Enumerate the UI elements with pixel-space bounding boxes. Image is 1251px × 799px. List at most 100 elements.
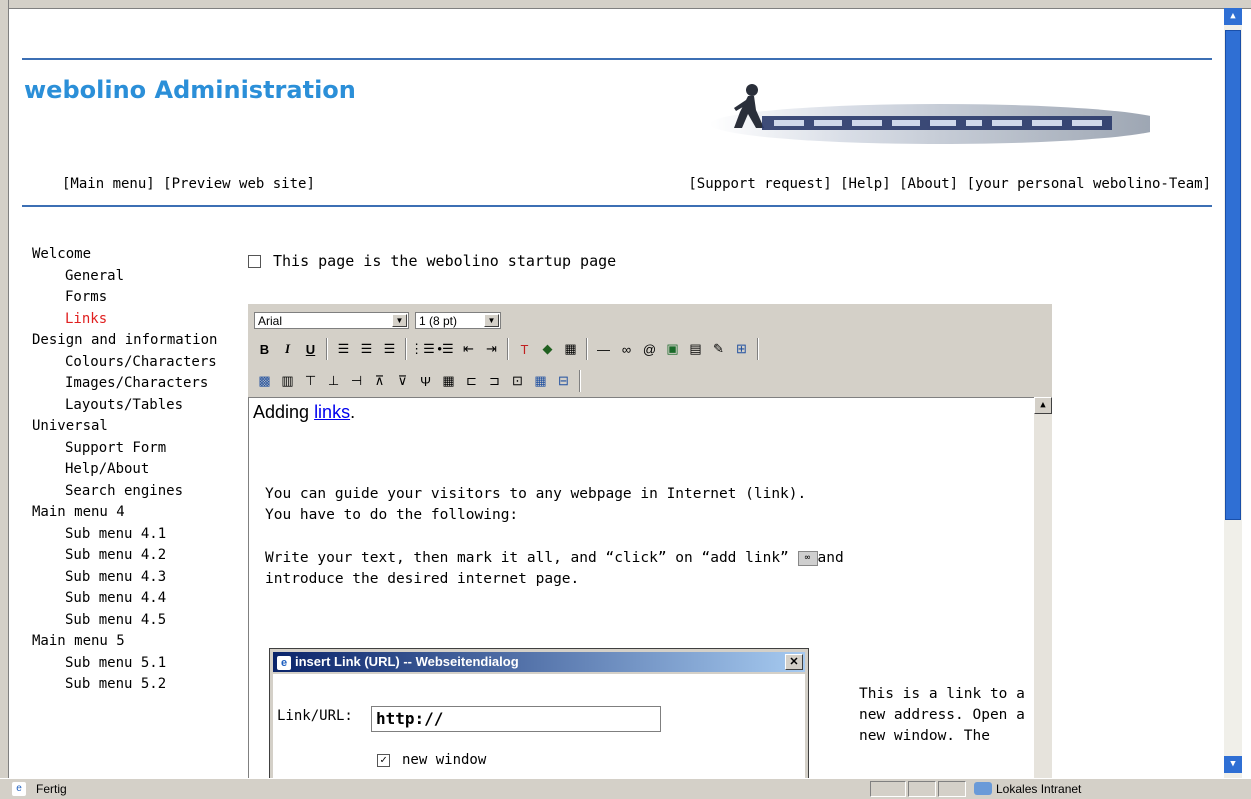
chevron-down-icon: ▼ (484, 314, 499, 327)
sidebar-item-main-menu-5[interactable]: Main menu 5 (32, 631, 217, 653)
scroll-up-icon[interactable]: ▲ (1224, 8, 1242, 25)
help-link[interactable]: [Help] (840, 176, 891, 192)
status-cell (870, 781, 906, 797)
editor-content-area[interactable]: Adding links. You can guide your visitor… (248, 397, 1035, 779)
paragraph-1-line-2: You have to do the following: (265, 507, 519, 523)
page-done-icon: e (12, 782, 26, 796)
editor-toolbar-row-1: Arial ▼ 1 (8 pt) ▼ (254, 312, 501, 329)
url-field: http:// (371, 706, 661, 732)
main-menu-link[interactable]: [Main menu] (62, 176, 155, 192)
delete-cell-icon[interactable]: ⊐ (484, 371, 505, 392)
personal-team-link[interactable]: [your personal webolino-Team] (967, 176, 1211, 192)
ordered-list-icon[interactable]: ⋮☰ (410, 339, 435, 360)
delete-column-icon[interactable]: ⊽ (392, 371, 413, 392)
window-top-border (0, 0, 1251, 9)
scroll-up-icon[interactable]: ▲ (1034, 397, 1052, 414)
nav-rule (22, 205, 1212, 207)
outdent-icon[interactable]: ⇤ (458, 339, 479, 360)
insert-row-after-icon[interactable]: ⊥ (323, 371, 344, 392)
sidebar-item-main-menu-4[interactable]: Main menu 4 (32, 502, 217, 524)
page-title: webolino Administration (24, 76, 356, 104)
status-cell (938, 781, 966, 797)
new-window-checkbox: ✓ (377, 753, 390, 767)
sidebar-item-design-information[interactable]: Design and information (32, 330, 217, 352)
sidebar-item-sub-menu-4-5[interactable]: Sub menu 4.5 (32, 610, 217, 632)
delete-row-icon[interactable]: ⊼ (369, 371, 390, 392)
insert-file-icon[interactable]: ▤ (685, 339, 706, 360)
italic-icon[interactable]: I (277, 339, 298, 360)
support-request-link[interactable]: [Support request] (688, 176, 831, 192)
insert-row-before-icon[interactable]: ⊤ (300, 371, 321, 392)
sidebar-item-sub-menu-5-2[interactable]: Sub menu 5.2 (32, 674, 217, 696)
toolbar-separator (507, 338, 509, 360)
insert-image-icon[interactable]: ▣ (662, 339, 683, 360)
table-layout-icon[interactable]: ⊟ (553, 371, 574, 392)
sidebar-item-sub-menu-4-2[interactable]: Sub menu 4.2 (32, 545, 217, 567)
cell-properties-icon[interactable]: ▥ (277, 371, 298, 392)
sidebar-item-universal[interactable]: Universal (32, 416, 217, 438)
add-link-icon[interactable]: ∞ (616, 339, 637, 360)
sidebar-item-welcome[interactable]: Welcome (32, 244, 217, 266)
intranet-zone-icon (974, 782, 992, 795)
sidebar-item-colours-characters[interactable]: Colours/Characters (32, 352, 217, 374)
merge-right-icon[interactable]: ⊡ (507, 371, 528, 392)
sidebar-item-sub-menu-4-4[interactable]: Sub menu 4.4 (32, 588, 217, 610)
split-cell-icon[interactable]: ▦ (438, 371, 459, 392)
nav-left: [Main menu] [Preview web site] (62, 176, 315, 192)
chevron-down-icon: ▼ (392, 314, 407, 327)
align-right-icon[interactable]: ☰ (379, 339, 400, 360)
new-window-label: new window (402, 752, 487, 768)
underline-icon[interactable]: U (300, 339, 321, 360)
dialog-title: insert Link (URL) -- Webseitendialog (295, 654, 519, 669)
font-family-select[interactable]: Arial ▼ (254, 312, 409, 329)
sidebar-item-help-about[interactable]: Help/About (32, 459, 217, 481)
sidebar-item-layouts-tables[interactable]: Layouts/Tables (32, 395, 217, 417)
sidebar-menu: Welcome General Forms Links Design and i… (32, 244, 217, 696)
sidebar-item-sub-menu-5-1[interactable]: Sub menu 5.1 (32, 653, 217, 675)
about-link[interactable]: [About] (899, 176, 958, 192)
unordered-list-icon[interactable]: •☰ (435, 339, 456, 360)
insert-cell-icon[interactable]: ⊏ (461, 371, 482, 392)
sidebar-item-search-engines[interactable]: Search engines (32, 481, 217, 503)
font-size-select[interactable]: 1 (8 pt) ▼ (415, 312, 501, 329)
editor-scrollbar[interactable]: ▲ (1034, 397, 1052, 778)
email-link-icon[interactable]: @ (639, 339, 660, 360)
page-scrollbar[interactable]: ▲ ▼ (1224, 8, 1242, 778)
editor-toolbar-row-2: B I U ☰ ☰ ☰ ⋮☰ •☰ ⇤ ⇥ T ◆ ▦ — ∞ @ ▣ ▤ ✎ … (254, 338, 762, 360)
insert-table-icon[interactable]: ⊞ (731, 339, 752, 360)
scroll-thumb[interactable] (1225, 30, 1241, 520)
font-size-value: 1 (8 pt) (419, 313, 458, 328)
sidebar-item-images-characters[interactable]: Images/Characters (32, 373, 217, 395)
align-center-icon[interactable]: ☰ (356, 339, 377, 360)
align-left-icon[interactable]: ☰ (333, 339, 354, 360)
sidebar-item-sub-menu-4-3[interactable]: Sub menu 4.3 (32, 567, 217, 589)
startup-page-checkbox[interactable] (248, 254, 261, 268)
url-label: Link/URL: (277, 708, 353, 724)
editor-toolbar-row-3: ▩ ▥ ⊤ ⊥ ⊣ ⊼ ⊽ Ψ ▦ ⊏ ⊐ ⊡ ▦ ⊟ (254, 370, 584, 392)
table-properties-icon[interactable]: ▩ (254, 371, 275, 392)
heading-link[interactable]: links (314, 402, 350, 422)
dialog-body: Link/URL: http:// ✓ new window (273, 674, 805, 779)
sidebar-item-general[interactable]: General (32, 266, 217, 288)
preview-website-link[interactable]: [Preview web site] (163, 176, 315, 192)
indent-icon[interactable]: ⇥ (481, 339, 502, 360)
merge-cells-icon[interactable]: Ψ (415, 371, 436, 392)
sidebar-item-sub-menu-4-1[interactable]: Sub menu 4.1 (32, 524, 217, 546)
new-window-option: ✓ new window (377, 752, 486, 768)
heading-prefix: Adding (253, 402, 315, 422)
bold-icon[interactable]: B (254, 339, 275, 360)
sidebar-item-support-form[interactable]: Support Form (32, 438, 217, 460)
toolbar-separator (757, 338, 759, 360)
table-grid-blue-icon[interactable]: ▦ (530, 371, 551, 392)
insert-column-before-icon[interactable]: ⊣ (346, 371, 367, 392)
highlight-color-icon[interactable]: ◆ (537, 339, 558, 360)
text-color-icon[interactable]: T (514, 339, 535, 360)
table-grid-icon[interactable]: ▦ (560, 339, 581, 360)
scroll-down-icon[interactable]: ▼ (1224, 756, 1242, 773)
sidebar-item-links[interactable]: Links (32, 309, 217, 331)
status-bar: e Fertig Lokales Intranet (0, 778, 1251, 799)
sidebar-item-forms[interactable]: Forms (32, 287, 217, 309)
pipette-icon[interactable]: ✎ (708, 339, 729, 360)
horizontal-rule-icon[interactable]: — (593, 339, 614, 360)
toolbar-separator (579, 370, 581, 392)
